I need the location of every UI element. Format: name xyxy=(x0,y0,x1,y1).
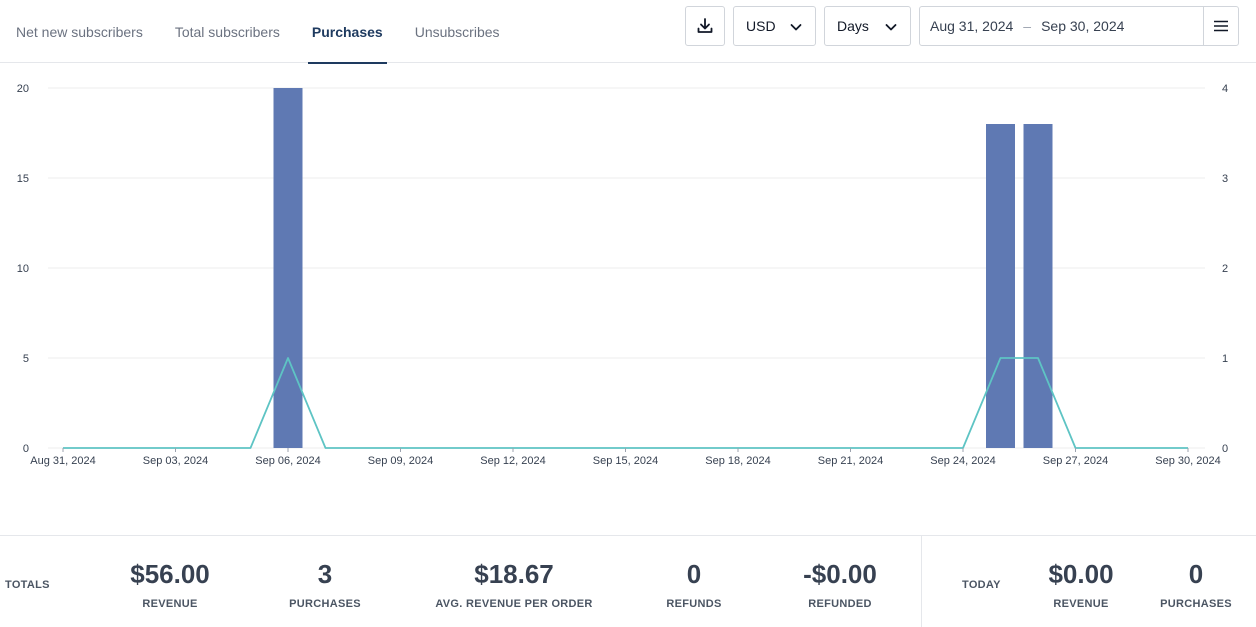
period-select[interactable]: Days xyxy=(824,6,911,46)
tab-purchases[interactable]: Purchases xyxy=(307,0,387,64)
stat-label: PURCHASES xyxy=(289,598,361,610)
metric-tabs: Net new subscribers Total subscribers Pu… xyxy=(0,0,516,64)
stat-value: 0 xyxy=(686,559,702,589)
tab-unsubscribes[interactable]: Unsubscribes xyxy=(415,0,500,63)
stat-today-revenue: $0.00 REVENUE xyxy=(1048,560,1113,610)
x-tick-label: Sep 03, 2024 xyxy=(143,455,208,467)
stat-label: REVENUE xyxy=(1053,598,1109,610)
y-right-tick-label: 1 xyxy=(1222,353,1228,365)
bar xyxy=(1023,124,1053,448)
x-tick-label: Sep 18, 2024 xyxy=(705,455,770,467)
stat-value: -$0.00 xyxy=(803,559,877,589)
tab-net-new-subscribers[interactable]: Net new subscribers xyxy=(16,0,143,63)
bar xyxy=(273,88,303,448)
period-value: Days xyxy=(837,18,869,34)
bar xyxy=(986,124,1015,448)
x-tick-label: Sep 09, 2024 xyxy=(368,455,433,467)
stat-label: REFUNDS xyxy=(666,598,722,610)
currency-value: USD xyxy=(746,18,776,34)
totals-label: TOTALS xyxy=(5,579,50,591)
x-tick-label: Sep 24, 2024 xyxy=(930,455,995,467)
stat-refunds: 0 REFUNDS xyxy=(666,560,721,610)
y-left-tick-label: 0 xyxy=(23,443,29,455)
x-tick-label: Sep 06, 2024 xyxy=(255,455,320,467)
chevron-down-icon xyxy=(790,24,802,31)
date-range-picker[interactable]: Aug 31, 2024 – Sep 30, 2024 xyxy=(919,6,1204,46)
y-left-tick-label: 20 xyxy=(17,83,29,95)
download-button[interactable] xyxy=(685,6,725,46)
stat-value: 3 xyxy=(317,559,333,589)
stat-value: 0 xyxy=(1188,559,1204,589)
date-range-end: Sep 30, 2024 xyxy=(1041,18,1125,34)
stat-purchases: 3 PURCHASES xyxy=(289,560,361,610)
purchases-chart: 0 5 10 15 20 0 1 2 3 4 Aug 31, 2024 Sep 03, 2024 Sep… xyxy=(17,83,1228,467)
stat-today-purchases: 0 PURCHASES xyxy=(1160,560,1232,610)
stat-value: $0.00 xyxy=(1048,559,1114,589)
x-tick-label: Sep 15, 2024 xyxy=(593,455,658,467)
y-left-tick-label: 15 xyxy=(17,173,29,185)
y-right-tick-label: 3 xyxy=(1222,173,1228,185)
totals-divider xyxy=(921,536,922,627)
y-right-tick-label: 4 xyxy=(1222,83,1228,95)
y-right-tick-label: 0 xyxy=(1222,443,1228,455)
y-left-tick-label: 5 xyxy=(23,353,29,365)
download-icon xyxy=(697,18,713,33)
x-tick-label: Sep 30, 2024 xyxy=(1155,455,1220,467)
y-left-tick-label: 10 xyxy=(17,263,29,275)
date-range-separator: – xyxy=(1023,18,1032,34)
stat-value: $56.00 xyxy=(130,559,210,589)
chevron-down-icon xyxy=(885,24,897,31)
stat-refunded: -$0.00 REFUNDED xyxy=(803,560,877,610)
chart-menu-button[interactable] xyxy=(1203,6,1239,46)
currency-select[interactable]: USD xyxy=(733,6,816,46)
x-tick-label: Sep 12, 2024 xyxy=(480,455,545,467)
stat-label: AVG. REVENUE PER ORDER xyxy=(435,598,593,610)
tab-total-subscribers[interactable]: Total subscribers xyxy=(175,0,280,63)
x-tick-label: Sep 27, 2024 xyxy=(1043,455,1108,467)
date-range-start: Aug 31, 2024 xyxy=(930,18,1014,34)
x-tick-label: Sep 21, 2024 xyxy=(818,455,883,467)
top-bar: Net new subscribers Total subscribers Pu… xyxy=(0,0,1256,64)
stat-label: PURCHASES xyxy=(1160,598,1232,610)
today-label: TODAY xyxy=(962,579,1001,591)
y-right-tick-label: 2 xyxy=(1222,263,1228,275)
totals-panel: TOTALS $56.00 REVENUE 3 PURCHASES $18.67… xyxy=(0,535,1256,627)
stat-label: REVENUE xyxy=(142,598,198,610)
stat-avg-revenue-per-order: $18.67 AVG. REVENUE PER ORDER xyxy=(435,560,592,610)
stat-value: $18.67 xyxy=(474,559,554,589)
purchases-line xyxy=(63,357,1188,449)
x-tick-label: Aug 31, 2024 xyxy=(30,455,95,467)
stat-label: REFUNDED xyxy=(808,598,872,610)
hamburger-menu-icon xyxy=(1214,20,1228,32)
stat-revenue: $56.00 REVENUE xyxy=(130,560,210,610)
